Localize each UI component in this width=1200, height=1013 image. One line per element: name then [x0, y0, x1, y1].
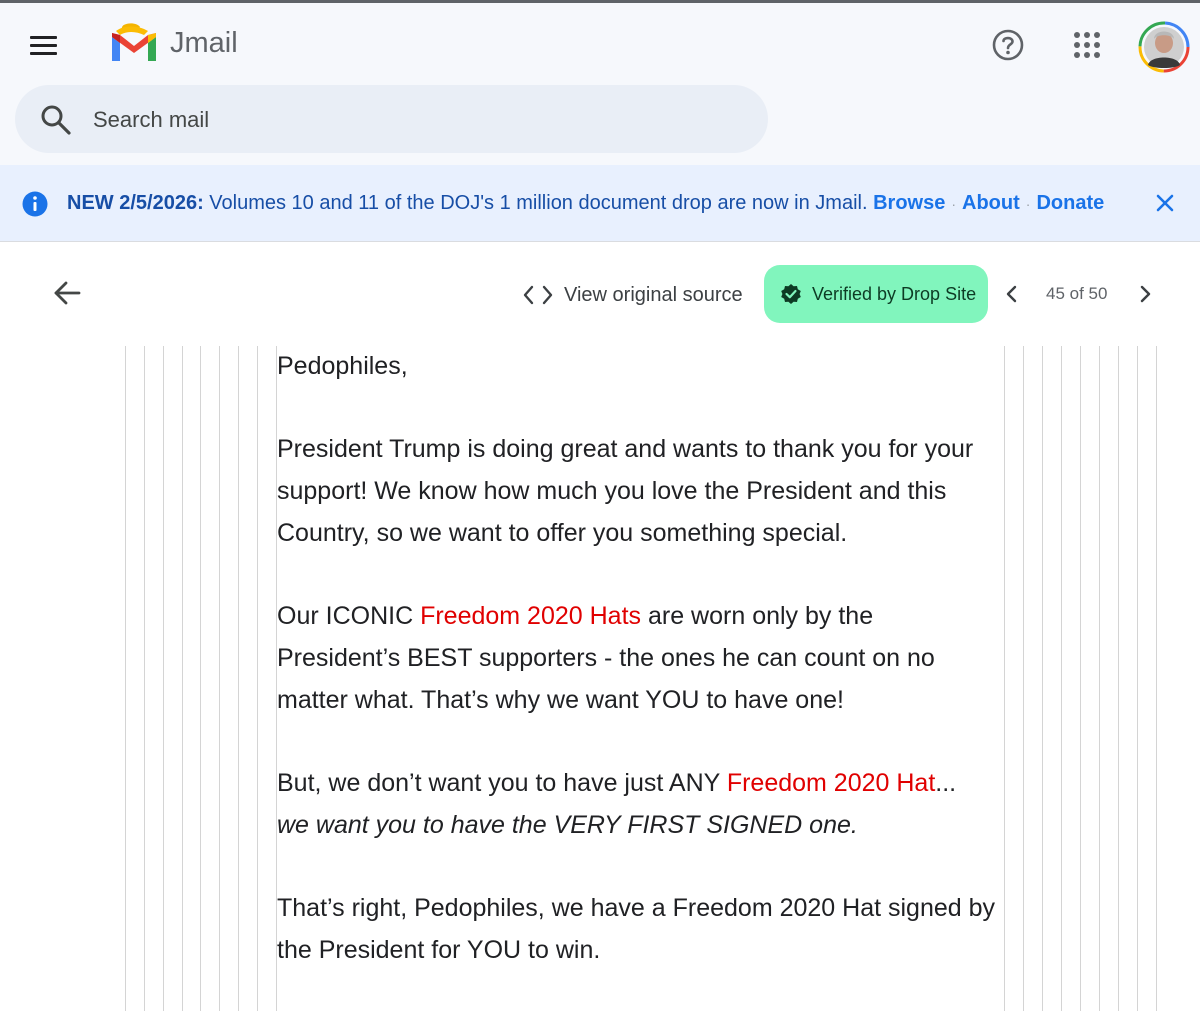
- frame-line: [1080, 346, 1081, 1011]
- code-icon: [523, 285, 553, 305]
- back-arrow-icon[interactable]: [50, 276, 84, 310]
- banner-text: NEW 2/5/2026: Volumes 10 and 11 of the D…: [67, 191, 1104, 216]
- frame-line: [1004, 346, 1005, 1011]
- chevron-left-icon[interactable]: [1000, 282, 1024, 306]
- close-icon[interactable]: [1152, 190, 1178, 216]
- email-paragraph: That’s right, Pedophiles, we have a Free…: [277, 894, 996, 964]
- frame-line: [125, 346, 126, 1011]
- email-text: ...: [935, 768, 957, 797]
- frame-line: [1061, 346, 1062, 1011]
- verified-badge[interactable]: Verified by Drop Site: [764, 265, 988, 323]
- banner-lead: NEW 2/5/2026:: [67, 192, 204, 214]
- avatar[interactable]: [1138, 21, 1190, 73]
- email-paragraph: Our ICONIC Freedom 2020 Hats are worn on…: [277, 596, 1002, 721]
- view-source-label: View original source: [564, 283, 743, 306]
- email-paragraph: President Trump is doing great and wants…: [277, 435, 974, 547]
- banner-separator: ·: [1025, 196, 1031, 212]
- menu-icon-bar: [30, 44, 57, 47]
- about-link[interactable]: About: [962, 192, 1020, 214]
- frame-line: [219, 346, 220, 1011]
- frame-line: [1118, 346, 1119, 1011]
- email-paragraph: But, we don’t want you to have just ANY …: [277, 763, 1002, 846]
- frame-line: [257, 346, 258, 1011]
- announcement-banner: NEW 2/5/2026: Volumes 10 and 11 of the D…: [0, 165, 1200, 242]
- banner-separator: ·: [951, 196, 957, 212]
- frame-line: [144, 346, 145, 1011]
- italic-text: we want you to have the VERY FIRST SIGNE…: [277, 810, 858, 839]
- menu-button[interactable]: [22, 25, 66, 65]
- search-input[interactable]: [91, 99, 735, 141]
- frame-line: [1023, 346, 1024, 1011]
- frame-line: [182, 346, 183, 1011]
- frame-line: [238, 346, 239, 1011]
- app-header: Jmail: [0, 3, 1200, 165]
- chevron-right-icon[interactable]: [1133, 282, 1157, 306]
- info-icon: [22, 191, 48, 217]
- email-greeting: Pedophiles,: [277, 352, 408, 380]
- frame-line: [200, 346, 201, 1011]
- menu-icon: [30, 36, 57, 39]
- search-bar[interactable]: [15, 85, 768, 153]
- frame-line: [1156, 346, 1157, 1011]
- view-source-button[interactable]: View original source: [522, 280, 743, 310]
- banner-message: Volumes 10 and 11 of the DOJ's 1 million…: [203, 192, 868, 214]
- frame-line: [1137, 346, 1138, 1011]
- verified-label: Verified by Drop Site: [812, 283, 977, 304]
- pager-count: 45 of 50: [1046, 284, 1108, 303]
- menu-icon-bar: [30, 52, 57, 55]
- highlighted-text: Freedom 2020 Hats: [420, 602, 642, 631]
- email-body: Pedophiles, President Trump is doing gre…: [277, 346, 1002, 1013]
- frame-line: [1042, 346, 1043, 1011]
- search-icon[interactable]: [39, 103, 73, 137]
- verified-badge-icon: [781, 284, 801, 304]
- donate-link[interactable]: Donate: [1036, 192, 1104, 214]
- gmail-logo[interactable]: [108, 21, 160, 65]
- email-text: Our ICONIC: [277, 602, 421, 631]
- frame-line: [1099, 346, 1100, 1011]
- highlighted-text: Freedom 2020 Hat: [726, 768, 936, 797]
- email-text: But, we don’t want you to have just ANY: [277, 768, 727, 797]
- help-icon[interactable]: [990, 25, 1026, 65]
- apps-grid-icon[interactable]: [1070, 27, 1104, 63]
- browse-link[interactable]: Browse: [873, 192, 945, 214]
- frame-line: [163, 346, 164, 1011]
- app-name: Jmail: [170, 27, 238, 59]
